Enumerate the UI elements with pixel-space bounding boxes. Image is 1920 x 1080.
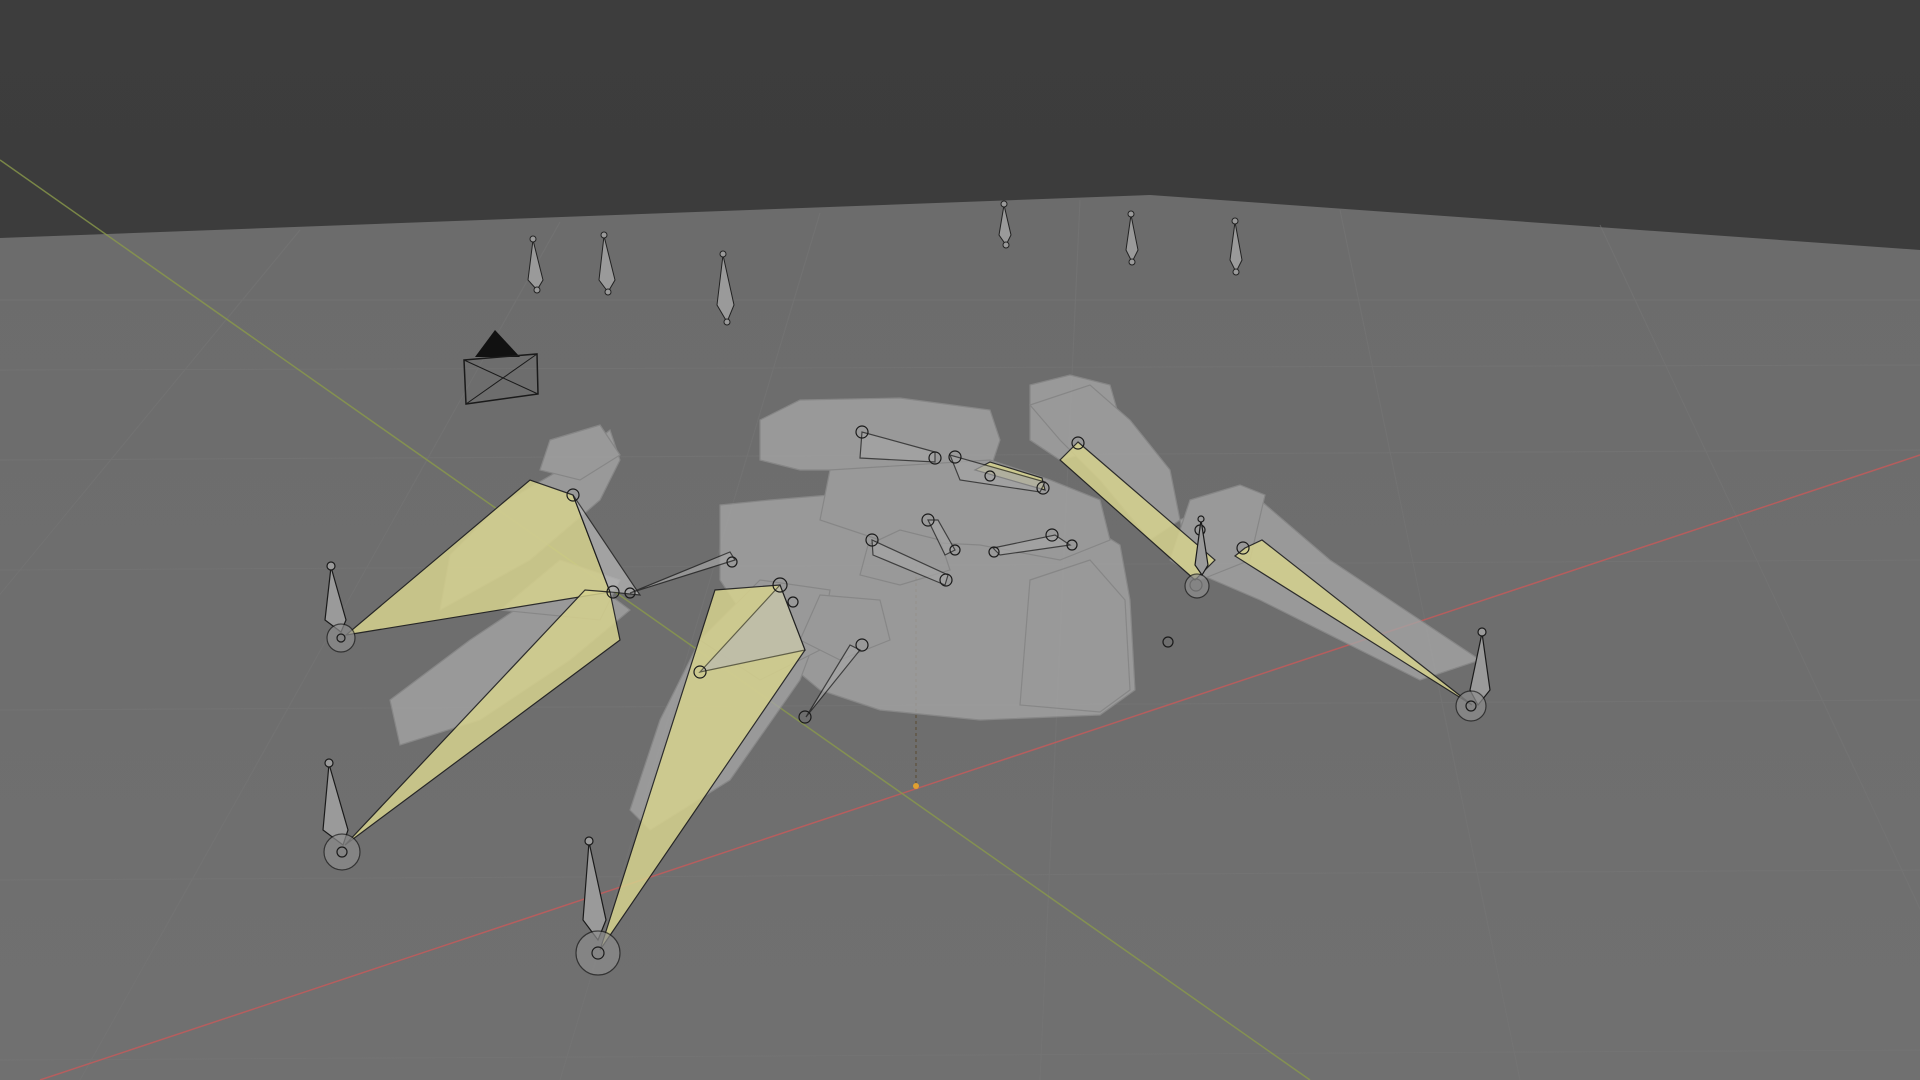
3d-viewport[interactable]	[0, 0, 1920, 1080]
world-origin-marker[interactable]	[913, 783, 919, 789]
viewport-scene[interactable]	[0, 0, 1920, 1080]
